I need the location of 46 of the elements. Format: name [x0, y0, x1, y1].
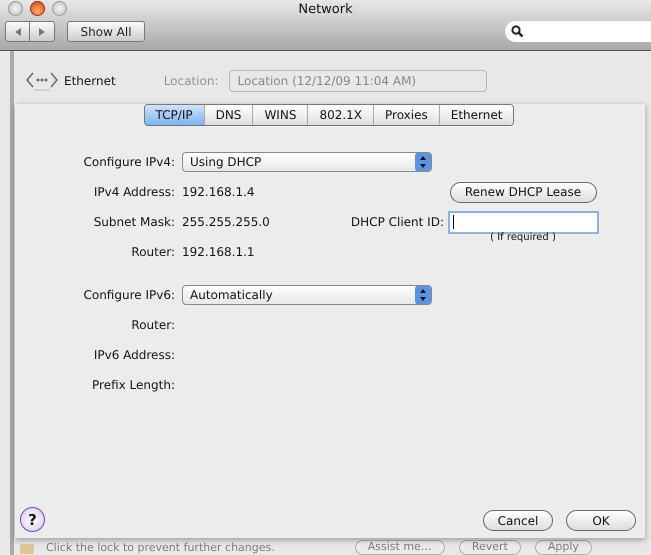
hint-text: ( If required ) [490, 232, 556, 243]
window-title: Network [298, 2, 353, 17]
show-all-button[interactable]: Show All [67, 21, 145, 42]
field-label: Prefix Length: [91, 378, 175, 392]
field-label: Router: [130, 245, 175, 259]
search-field[interactable] [505, 21, 651, 42]
field-value: 192.168.1.4 [182, 185, 256, 199]
client-id-label: DHCP Client ID: [350, 215, 445, 229]
dialog-button[interactable]: OK [566, 510, 636, 531]
ipv4-dropdown[interactable]: Using DHCP [182, 152, 432, 172]
right-triangle-icon [37, 26, 47, 36]
renew-dhcp-button[interactable]: Renew DHCP Lease [450, 182, 596, 202]
footer-button[interactable]: Assist me… [354, 540, 445, 554]
tab[interactable]: TCP/IP [144, 105, 204, 125]
tab[interactable]: Proxies [373, 105, 439, 125]
tab[interactable]: WINS [252, 105, 308, 125]
forward-button[interactable] [30, 21, 55, 42]
stepper-icon [415, 286, 431, 304]
field-value: 255.255.255.0 [182, 215, 271, 229]
field-label: Router: [130, 318, 175, 332]
service-name: Ethernet [64, 74, 116, 88]
tab[interactable]: DNS [204, 105, 252, 125]
field-label: Configure IPv6: [82, 288, 175, 302]
help-button[interactable]: ? [20, 507, 45, 532]
back-button[interactable] [5, 21, 30, 42]
field-label: IPv6 Address: [92, 348, 175, 362]
field-label: Subnet Mask: [92, 215, 175, 229]
lock-text: Click the lock to prevent further changes. [46, 540, 275, 554]
tab[interactable]: 802.1X [307, 105, 374, 125]
ethernet-icon [26, 70, 58, 92]
field-label: Configure IPv4: [82, 155, 175, 169]
location-label: Location: [164, 74, 218, 88]
field-label: IPv4 Address: [92, 185, 175, 199]
left-triangle-icon [12, 26, 22, 36]
stepper-icon [415, 153, 431, 171]
client-id-field[interactable] [448, 210, 598, 234]
search-icon [511, 25, 524, 38]
close-button[interactable] [8, 1, 23, 16]
tab[interactable]: Ethernet [438, 105, 514, 125]
footer-button[interactable]: Apply [534, 540, 592, 554]
ipv6-dropdown[interactable]: Automatically [182, 285, 432, 305]
minimize-button[interactable] [30, 1, 45, 16]
zoom-button[interactable] [52, 1, 67, 16]
footer-button[interactable]: Revert [458, 540, 521, 554]
dialog-button[interactable]: Cancel [483, 510, 553, 531]
field-value: 192.168.1.1 [182, 245, 256, 259]
